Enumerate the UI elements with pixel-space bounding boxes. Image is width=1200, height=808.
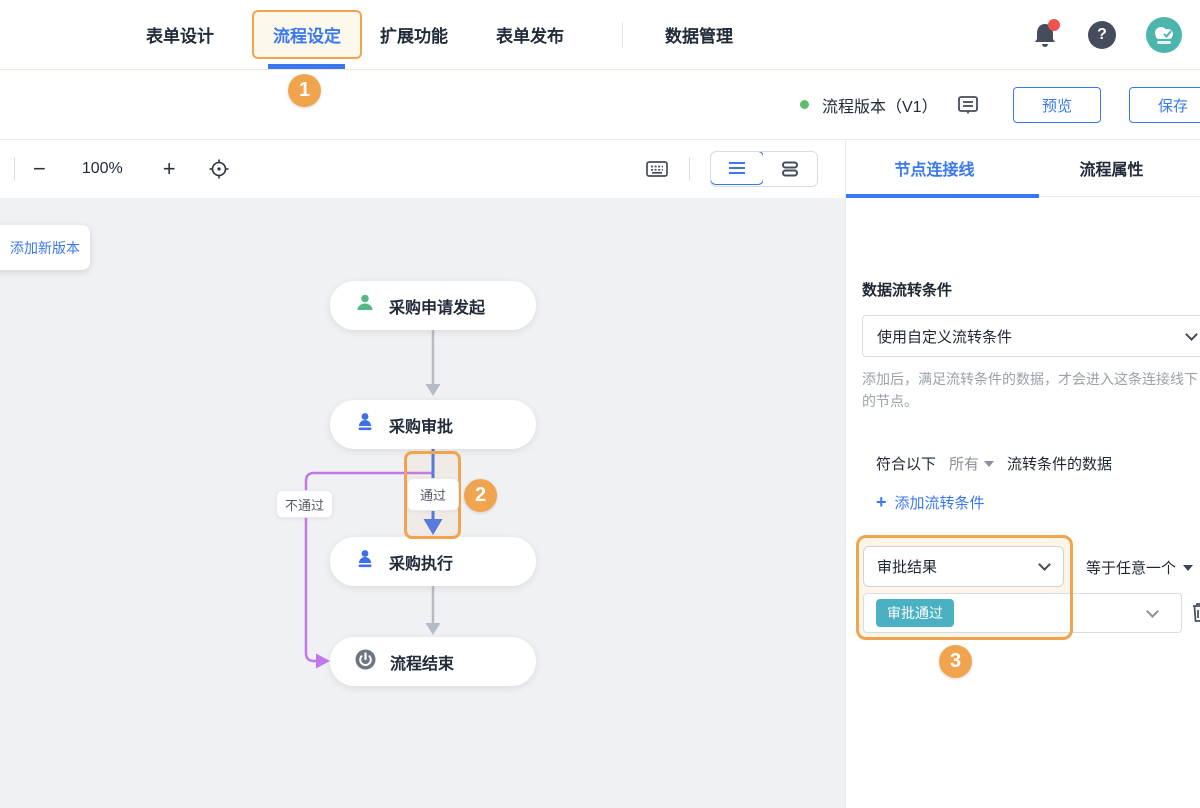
zoom-out-button[interactable]: −: [33, 158, 46, 180]
chevron-down-icon: [1185, 328, 1198, 341]
canvas-toolbar: − 100% +: [0, 140, 845, 198]
shortcut-keyboard-icon[interactable]: [645, 159, 669, 179]
operator-dropdown[interactable]: 等于任意一个: [1086, 557, 1193, 578]
trash-icon[interactable]: [1190, 601, 1200, 628]
condition-field-select[interactable]: 审批结果: [863, 546, 1064, 587]
node-process-end[interactable]: 流程结束: [330, 637, 536, 686]
plus-icon: +: [876, 492, 887, 513]
tab-process-properties[interactable]: 流程属性: [1023, 140, 1200, 196]
avatar[interactable]: [1146, 17, 1182, 53]
list-view-button[interactable]: [710, 151, 764, 185]
node-purchase-approval[interactable]: 采购审批: [330, 400, 536, 449]
help-icon[interactable]: ?: [1088, 21, 1116, 49]
chevron-down-icon: [1146, 605, 1159, 618]
step-badge-3: 3: [939, 645, 972, 678]
comment-icon[interactable]: [956, 93, 980, 117]
toolbar-divider: [689, 157, 690, 181]
tab-extensions[interactable]: 扩展功能: [380, 22, 448, 47]
step-badge-2: 2: [464, 479, 497, 512]
notification-bell-icon[interactable]: [1032, 21, 1058, 49]
tab-process-highlight-box: 流程设定: [252, 10, 362, 59]
zoom-in-button[interactable]: +: [163, 158, 176, 180]
node-purchase-request-start[interactable]: 采购申请发起: [330, 281, 536, 330]
node-purchase-execution[interactable]: 采购执行: [330, 537, 536, 586]
zoom-level: 100%: [82, 160, 123, 178]
tab-node-connection[interactable]: 节点连接线: [846, 140, 1023, 196]
notification-dot: [1048, 19, 1060, 31]
approver-stamp-icon: [355, 412, 375, 437]
condition-mode-select[interactable]: 使用自定义流转条件: [862, 315, 1200, 357]
tab-data-management[interactable]: 数据管理: [665, 22, 733, 47]
match-mode-dropdown[interactable]: 所有: [949, 453, 994, 474]
version-bar: 1 流程版本（V1） 预览 保存: [0, 70, 1200, 140]
edge-label-fail[interactable]: 不通过: [276, 490, 333, 518]
power-end-icon: [355, 649, 376, 675]
status-green-dot: [800, 100, 809, 109]
tab-form-publish[interactable]: 表单发布: [496, 22, 564, 47]
layout-toggle: [710, 151, 818, 187]
process-version-label: 流程版本（V1）: [822, 93, 938, 117]
chevron-down-icon: [1038, 558, 1051, 571]
section-title: 数据流转条件: [862, 279, 952, 300]
settings-panel: 节点连接线 流程属性 数据流转条件 使用自定义流转条件 添加后，满足流转条件的数…: [845, 140, 1200, 808]
panel-body: 数据流转条件 使用自定义流转条件 添加后，满足流转条件的数据，才会进入这条连接线…: [846, 197, 1200, 808]
match-rule-row: 符合以下 所有 流转条件的数据: [876, 453, 1112, 474]
step-badge-1: 1: [288, 74, 321, 107]
condition-value-tag[interactable]: 审批通过: [876, 599, 954, 627]
top-nav: 表单设计 流程设定 扩展功能 表单发布 数据管理 ?: [0, 0, 1200, 70]
edge-label-pass[interactable]: 通过: [407, 478, 459, 511]
condition-value-select[interactable]: 审批通过: [863, 593, 1182, 633]
active-tab-indicator: [268, 64, 345, 69]
condition-help-text: 添加后，满足流转条件的数据，才会进入这条连接线下的节点。: [862, 369, 1200, 412]
add-condition-link[interactable]: + 添加流转条件: [876, 492, 985, 513]
tab-form-design[interactable]: 表单设计: [146, 22, 214, 47]
save-button[interactable]: 保存: [1129, 87, 1200, 123]
preview-button[interactable]: 预览: [1013, 87, 1101, 123]
workspace: − 100% +: [0, 140, 845, 808]
toolbar-left-divider: [14, 157, 15, 181]
flow-canvas[interactable]: 添加新版本: [0, 198, 845, 808]
tab-process-settings[interactable]: 流程设定: [273, 22, 341, 47]
panel-tabs: 节点连接线 流程属性: [846, 140, 1200, 197]
card-view-button[interactable]: [763, 152, 817, 186]
caret-down-icon: [1183, 565, 1193, 571]
locate-center-icon[interactable]: [208, 158, 230, 180]
caret-down-icon: [984, 461, 994, 467]
approver-stamp-icon: [355, 549, 375, 574]
nav-divider: [622, 22, 623, 48]
initiator-user-icon: [355, 293, 375, 318]
nav-tabs: 表单设计 流程设定 扩展功能 表单发布 数据管理: [0, 10, 771, 59]
